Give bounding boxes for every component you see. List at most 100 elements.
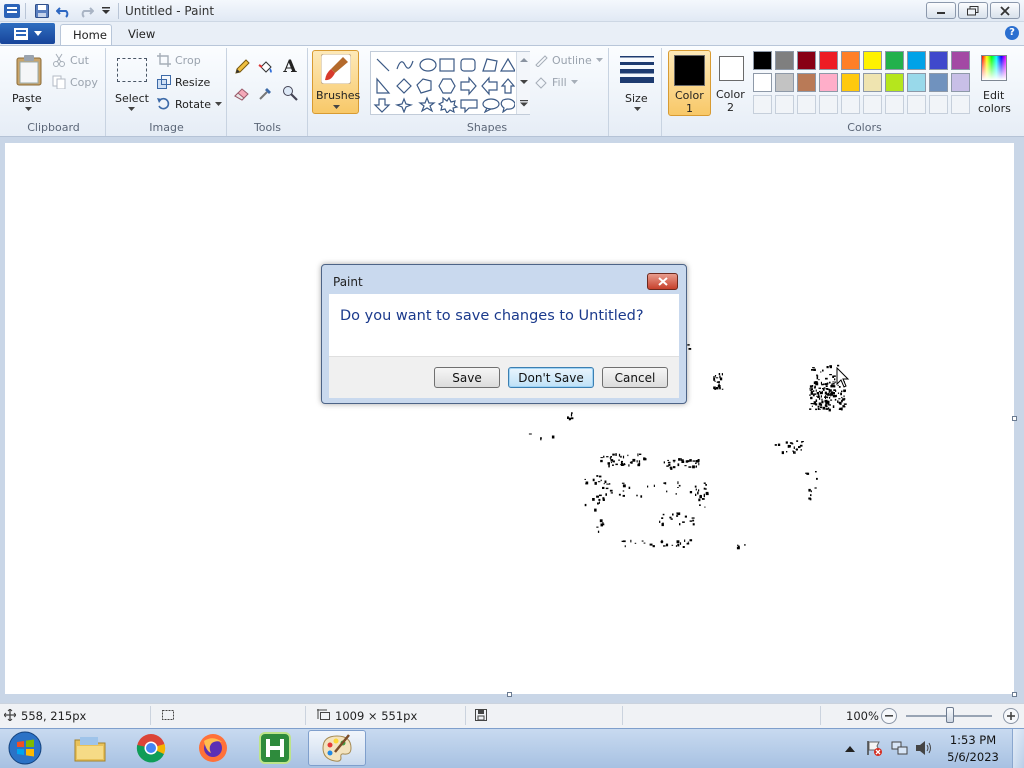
tab-home[interactable]: Home xyxy=(60,24,112,46)
expand-gallery-icon xyxy=(520,100,528,107)
color1-label: Color xyxy=(675,89,704,102)
paste-button[interactable]: Paste xyxy=(8,52,50,116)
resize-handle-right[interactable] xyxy=(1012,416,1017,421)
fill-icon xyxy=(535,77,547,89)
redo-icon[interactable] xyxy=(78,3,94,19)
fill-tool[interactable] xyxy=(256,57,276,77)
color-swatch[interactable] xyxy=(753,51,772,70)
brush-icon xyxy=(321,54,351,84)
cancel-button[interactable]: Cancel xyxy=(602,367,668,388)
custom-color-slot[interactable] xyxy=(863,95,882,114)
color-swatch[interactable] xyxy=(841,73,860,92)
save-changes-dialog: Paint Do you want to save changes to Unt… xyxy=(321,264,687,404)
text-tool[interactable]: A xyxy=(280,57,300,77)
fill-dropdown[interactable]: Fill xyxy=(534,75,578,89)
color-swatch[interactable] xyxy=(951,51,970,70)
color-swatch[interactable] xyxy=(907,51,926,70)
help-icon[interactable]: ? xyxy=(1005,26,1019,40)
cut-button[interactable]: Cut xyxy=(52,53,89,67)
custom-color-slot[interactable] xyxy=(797,95,816,114)
color-swatch[interactable] xyxy=(819,51,838,70)
eraser-tool[interactable] xyxy=(232,83,252,103)
show-hidden-icons-button[interactable] xyxy=(845,743,855,752)
resize-label: Resize xyxy=(175,75,211,89)
copy-button[interactable]: Copy xyxy=(52,75,98,89)
color-swatch[interactable] xyxy=(819,73,838,92)
pencil-tool[interactable] xyxy=(232,57,252,77)
dont-save-button[interactable]: Don't Save xyxy=(508,367,594,388)
close-window-button[interactable] xyxy=(990,2,1020,19)
taskbar-h-app[interactable] xyxy=(250,730,300,766)
taskbar-file-explorer[interactable] xyxy=(65,730,115,766)
color-picker-tool[interactable] xyxy=(256,83,276,103)
color-swatch[interactable] xyxy=(841,51,860,70)
tab-view[interactable]: View xyxy=(116,24,167,46)
network-icon[interactable] xyxy=(891,740,909,756)
brushes-button[interactable]: Brushes xyxy=(312,50,360,114)
rotate-button[interactable]: Rotate xyxy=(157,97,223,111)
rotate-dropdown-icon xyxy=(215,101,223,106)
taskbar-paint[interactable] xyxy=(308,730,366,766)
save-button[interactable]: Save xyxy=(434,367,500,388)
color-swatch[interactable] xyxy=(797,51,816,70)
size-button[interactable]: Size xyxy=(618,51,656,115)
resize-handle-bottom[interactable] xyxy=(507,692,512,697)
window-title: Untitled - Paint xyxy=(125,4,215,18)
magnifier-tool[interactable] xyxy=(280,83,300,103)
clock-date[interactable]: 5/6/2023 xyxy=(944,750,1002,764)
resize-button[interactable]: Resize xyxy=(157,75,210,89)
customize-toolbar-icon[interactable] xyxy=(98,3,114,19)
zoom-out-button[interactable] xyxy=(881,708,897,724)
start-button[interactable] xyxy=(5,730,45,766)
custom-color-slot[interactable] xyxy=(841,95,860,114)
restore-button[interactable] xyxy=(958,2,988,19)
color-swatch[interactable] xyxy=(797,73,816,92)
color-swatch[interactable] xyxy=(775,51,794,70)
color-swatch[interactable] xyxy=(907,73,926,92)
image-group: Select Crop Resize Rotate Image xyxy=(107,48,227,136)
zoom-slider-thumb[interactable] xyxy=(946,707,954,723)
resize-handle-corner[interactable] xyxy=(1012,692,1017,697)
drawing-canvas[interactable] xyxy=(5,143,1014,694)
custom-color-slot[interactable] xyxy=(951,95,970,114)
color-swatch[interactable] xyxy=(885,51,904,70)
custom-color-slot[interactable] xyxy=(819,95,838,114)
action-center-flag-icon[interactable] xyxy=(866,740,882,756)
color-swatch[interactable] xyxy=(885,73,904,92)
crop-button[interactable]: Crop xyxy=(157,53,201,67)
custom-color-slot[interactable] xyxy=(929,95,948,114)
taskbar-firefox[interactable] xyxy=(188,730,238,766)
show-desktop-button[interactable] xyxy=(1012,729,1024,768)
folder-icon xyxy=(74,737,106,762)
custom-color-slot[interactable] xyxy=(907,95,926,114)
color-swatch[interactable] xyxy=(929,51,948,70)
clock-time[interactable]: 1:53 PM xyxy=(944,733,1002,747)
minimize-button[interactable] xyxy=(926,2,956,19)
taskbar-chrome[interactable] xyxy=(126,730,176,766)
dialog-close-button[interactable] xyxy=(647,273,678,290)
shapes-scrollbar[interactable] xyxy=(516,52,530,114)
custom-color-slot[interactable] xyxy=(753,95,772,114)
color-swatch[interactable] xyxy=(929,73,948,92)
canvas-size-icon xyxy=(317,709,330,720)
color-swatch[interactable] xyxy=(753,73,772,92)
file-menu-button[interactable] xyxy=(0,23,55,44)
custom-color-slot[interactable] xyxy=(775,95,794,114)
color2-button[interactable]: Color 2 xyxy=(713,50,751,116)
color1-button[interactable]: Color 1 xyxy=(668,50,711,116)
zoom-in-button[interactable] xyxy=(1003,708,1019,724)
color-swatch[interactable] xyxy=(863,73,882,92)
undo-icon[interactable] xyxy=(56,3,72,19)
color-swatch[interactable] xyxy=(863,51,882,70)
color-swatch[interactable] xyxy=(775,73,794,92)
shapes-gallery[interactable] xyxy=(370,51,530,115)
custom-color-slot[interactable] xyxy=(885,95,904,114)
edit-colors-button[interactable]: Edit colors xyxy=(976,50,1012,116)
volume-icon[interactable] xyxy=(915,740,933,756)
select-button[interactable]: Select xyxy=(113,52,149,116)
outline-dropdown[interactable]: Outline xyxy=(534,53,603,67)
paint-app-icon[interactable] xyxy=(4,3,20,19)
color-swatch[interactable] xyxy=(951,73,970,92)
save-icon[interactable] xyxy=(34,3,50,19)
color-spectrum-icon xyxy=(981,55,1007,81)
